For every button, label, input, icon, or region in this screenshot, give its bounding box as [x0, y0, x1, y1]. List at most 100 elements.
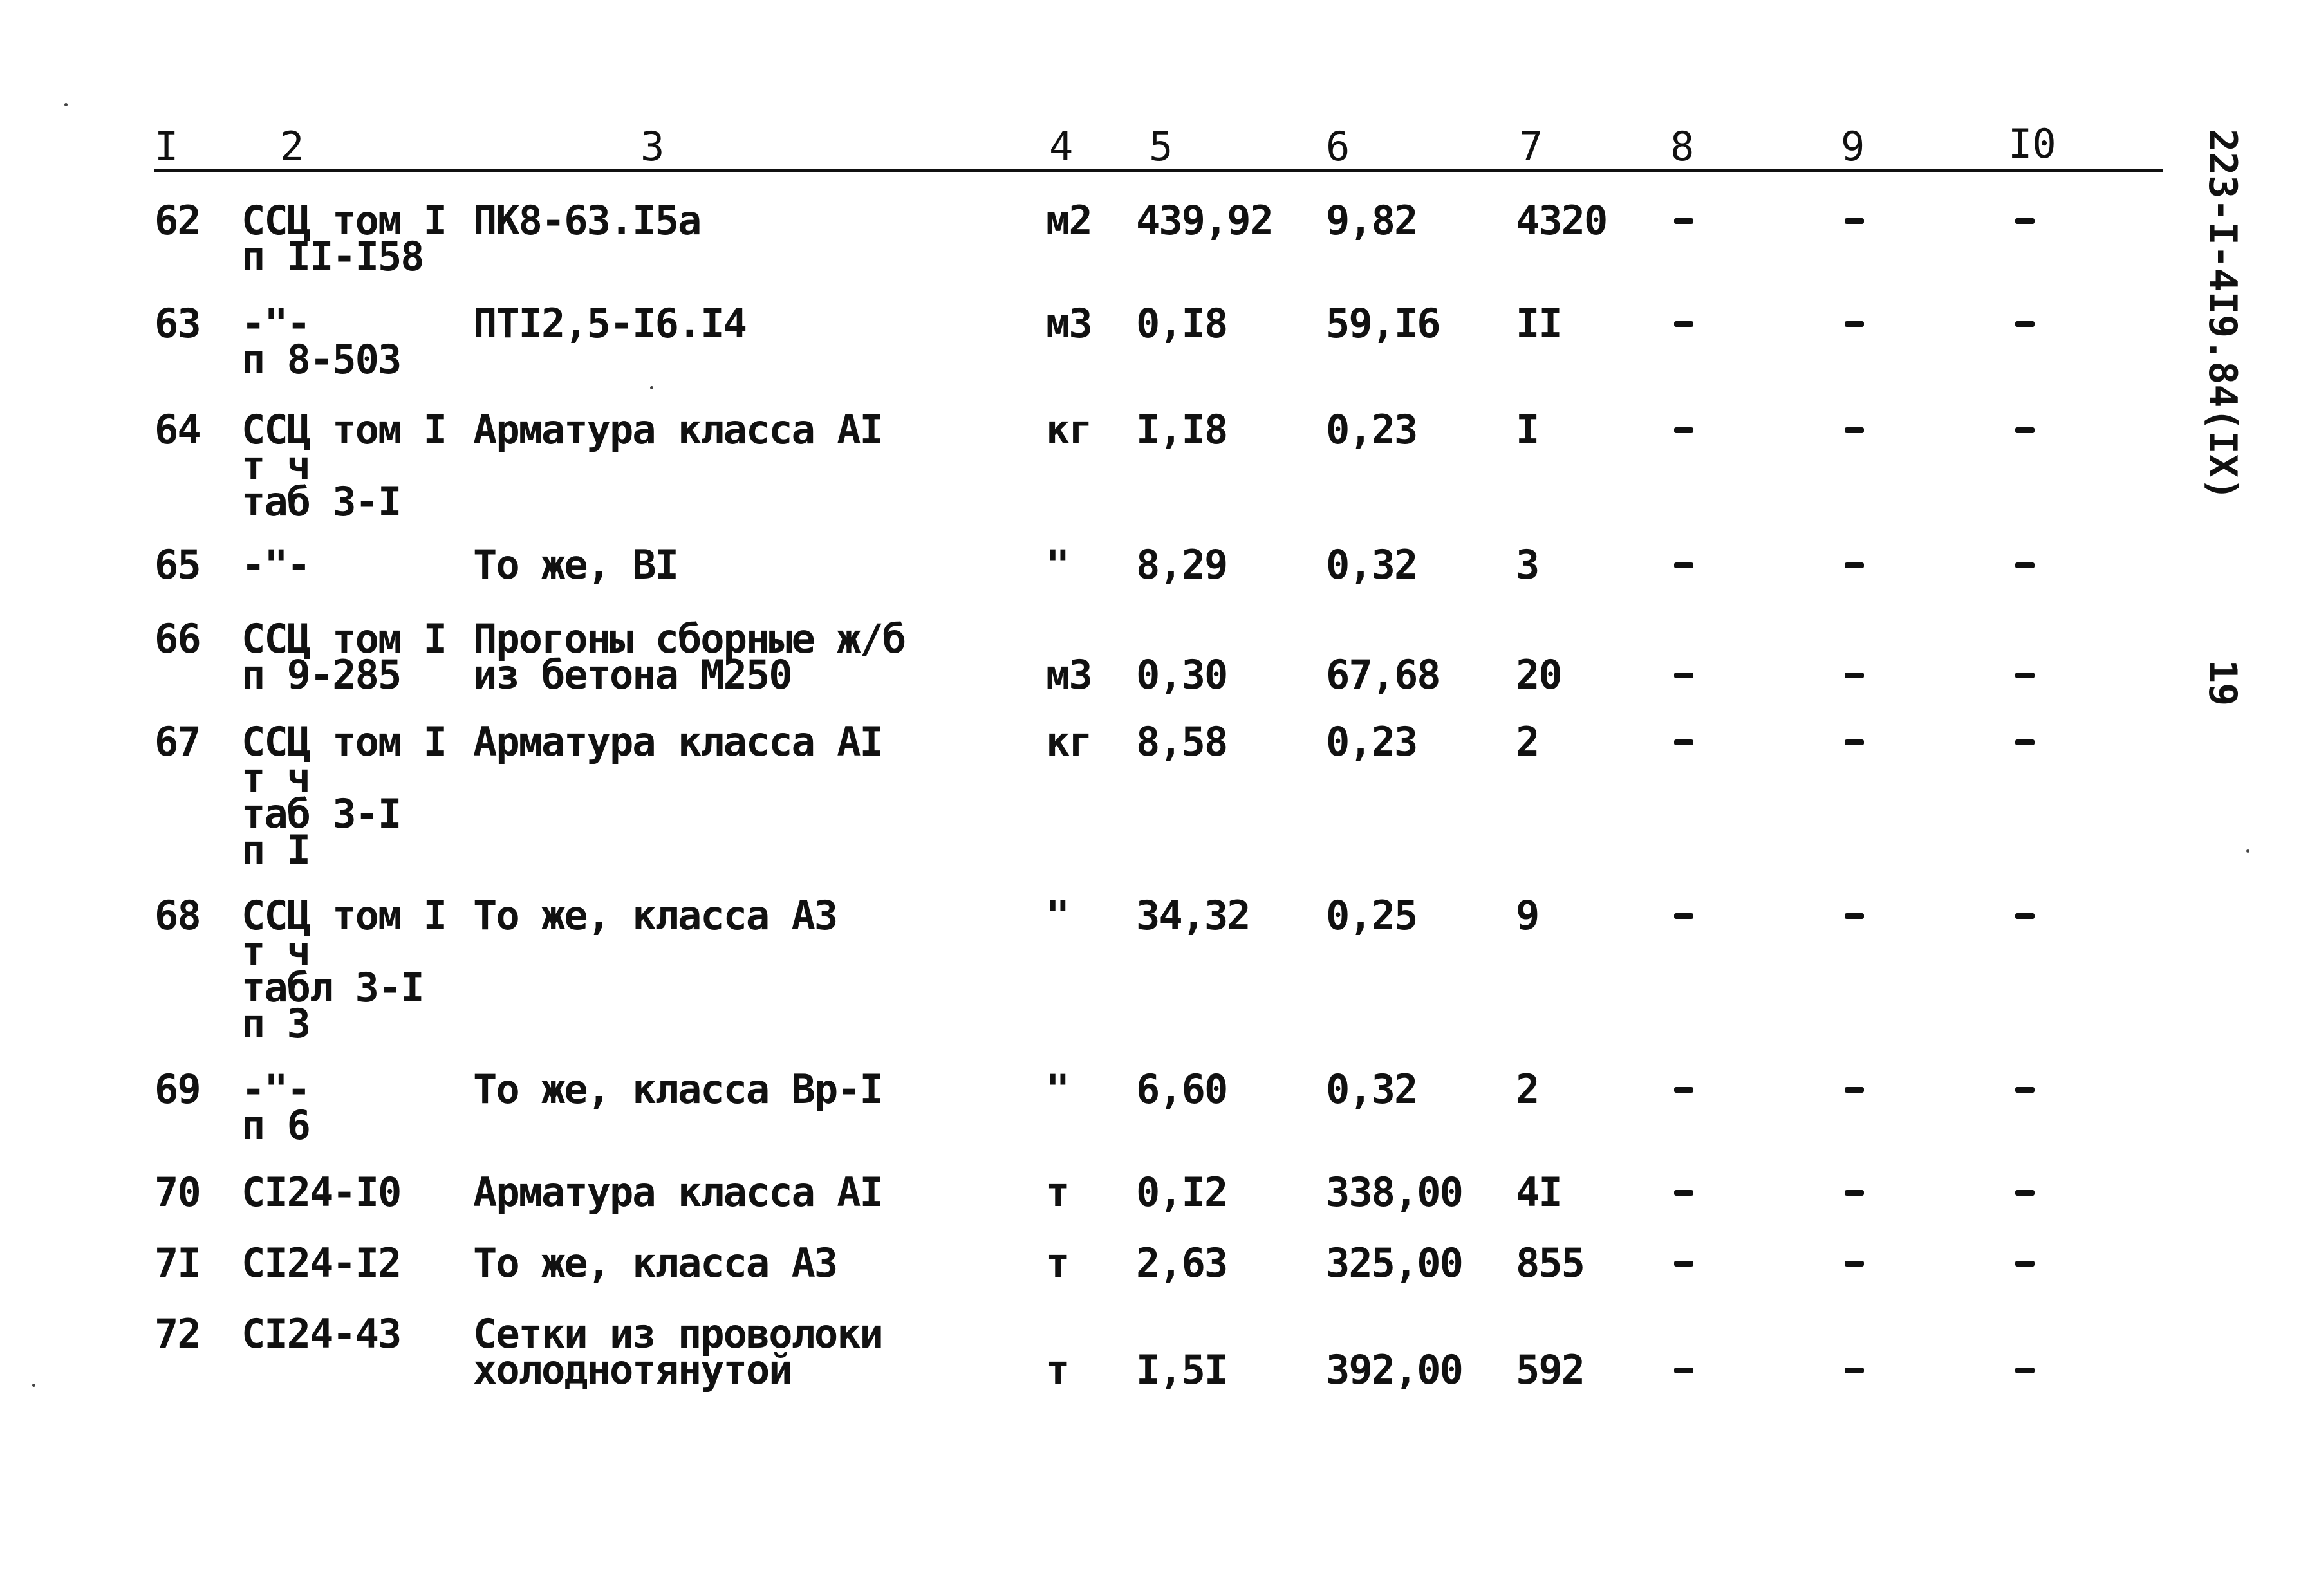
total-cost: I [1516, 406, 1540, 453]
empty-dash-c9 [1845, 673, 1864, 678]
unit-price: 0,25 [1326, 892, 1418, 939]
total-cost: 9 [1516, 892, 1540, 939]
unit: " [1046, 541, 1070, 588]
scan-speck [32, 1384, 35, 1387]
unit: кг [1046, 406, 1093, 453]
quantity: 439,92 [1136, 197, 1274, 244]
empty-dash-c9 [1845, 1261, 1864, 1267]
row-number: 66 [154, 615, 201, 662]
unit-price: 338,00 [1326, 1169, 1464, 1216]
empty-dash-c10 [2015, 427, 2035, 433]
empty-dash-c8 [1674, 1261, 1693, 1267]
item-name-line: То же, класса А3 [473, 1239, 838, 1286]
unit-price: 9,82 [1326, 197, 1418, 244]
item-name-line: То же, класса А3 [473, 892, 838, 939]
item-name-line: Арматура класса АI [473, 1169, 884, 1216]
header-col-2: 2 [280, 123, 304, 170]
reference-line: -"- [241, 541, 311, 588]
reference-line: п 8-503 [241, 336, 402, 383]
total-cost: 4320 [1516, 197, 1608, 244]
document-page: I 2 3 4 5 6 7 8 9 I0 62 ССЦ том Iп II-I58… [0, 0, 2319, 1596]
item-name-line: ПК8-63.I5а [473, 197, 702, 244]
empty-dash-c10 [2015, 673, 2035, 678]
empty-dash-c10 [2015, 562, 2035, 568]
header-col-8: 8 [1670, 123, 1695, 170]
row-number: 67 [154, 718, 201, 765]
row-number: 65 [154, 541, 201, 588]
empty-dash-c8 [1674, 321, 1693, 327]
empty-dash-c8 [1674, 1190, 1693, 1196]
item-name-line: из бетона М250 [473, 651, 793, 698]
empty-dash-c10 [2015, 1087, 2035, 1093]
unit-price: 0,32 [1326, 541, 1418, 588]
item-name-line: Арматура класса АI [473, 718, 884, 765]
empty-dash-c10 [2015, 321, 2035, 327]
unit: кг [1046, 718, 1093, 765]
empty-dash-c8 [1674, 1368, 1693, 1373]
quantity: 0,I8 [1136, 300, 1228, 347]
header-col-6: 6 [1326, 123, 1350, 170]
quantity: 8,58 [1136, 718, 1228, 765]
unit: т [1046, 1239, 1070, 1286]
empty-dash-c8 [1674, 913, 1693, 919]
unit: м3 [1046, 300, 1093, 347]
empty-dash-c10 [2015, 1190, 2035, 1196]
item-name-line: То же, ВI [473, 541, 679, 588]
empty-dash-c8 [1674, 562, 1693, 568]
scan-speck [650, 386, 653, 389]
quantity: I,5I [1136, 1346, 1228, 1393]
quantity: 0,I2 [1136, 1169, 1228, 1216]
empty-dash-c10 [2015, 1261, 2035, 1267]
reference-line: СI24-I0 [241, 1169, 402, 1216]
page-number: 19 [2200, 660, 2245, 707]
empty-dash-c8 [1674, 673, 1693, 678]
header-col-9: 9 [1841, 123, 1865, 170]
reference-line: п II-I58 [241, 233, 425, 280]
quantity: 2,63 [1136, 1239, 1228, 1286]
empty-dash-c9 [1845, 739, 1864, 745]
row-number: 63 [154, 300, 201, 347]
total-cost: 4I [1516, 1169, 1563, 1216]
header-col-1: I [154, 123, 179, 170]
empty-dash-c9 [1845, 562, 1864, 568]
header-rule [154, 169, 2163, 172]
empty-dash-c9 [1845, 1190, 1864, 1196]
empty-dash-c9 [1845, 321, 1864, 327]
empty-dash-c9 [1845, 1368, 1864, 1373]
reference-line: п I [241, 826, 311, 873]
reference-line: п 9-285 [241, 651, 402, 698]
unit: " [1046, 892, 1070, 939]
total-cost: II [1516, 300, 1563, 347]
empty-dash-c10 [2015, 218, 2035, 224]
empty-dash-c9 [1845, 427, 1864, 433]
empty-dash-c9 [1845, 913, 1864, 919]
empty-dash-c10 [2015, 913, 2035, 919]
quantity: 0,30 [1136, 651, 1228, 698]
unit: м2 [1046, 197, 1093, 244]
unit-price: 0,23 [1326, 406, 1418, 453]
row-number: 72 [154, 1310, 201, 1357]
row-number: 68 [154, 892, 201, 939]
header-col-10: I0 [2008, 120, 2056, 167]
unit-price: 67,68 [1326, 651, 1441, 698]
header-col-5: 5 [1149, 123, 1173, 170]
unit-price: 59,I6 [1326, 300, 1441, 347]
item-name-line: То же, класса Вр-I [473, 1066, 884, 1113]
quantity: I,I8 [1136, 406, 1228, 453]
unit-price: 0,32 [1326, 1066, 1418, 1113]
reference-line: СI24-I2 [241, 1239, 402, 1286]
header-col-3: 3 [640, 123, 665, 170]
quantity: 8,29 [1136, 541, 1228, 588]
row-number: 69 [154, 1066, 201, 1113]
header-col-4: 4 [1049, 123, 1074, 170]
empty-dash-c8 [1674, 739, 1693, 745]
reference-line: СI24-43 [241, 1310, 402, 1357]
reference-line: п 6 [241, 1102, 311, 1149]
total-cost: 2 [1516, 718, 1540, 765]
unit: м3 [1046, 651, 1093, 698]
empty-dash-c8 [1674, 427, 1693, 433]
total-cost: 855 [1516, 1239, 1585, 1286]
item-name-line: ПТI2,5-I6.I4 [473, 300, 747, 347]
empty-dash-c9 [1845, 1087, 1864, 1093]
total-cost: 2 [1516, 1066, 1540, 1113]
